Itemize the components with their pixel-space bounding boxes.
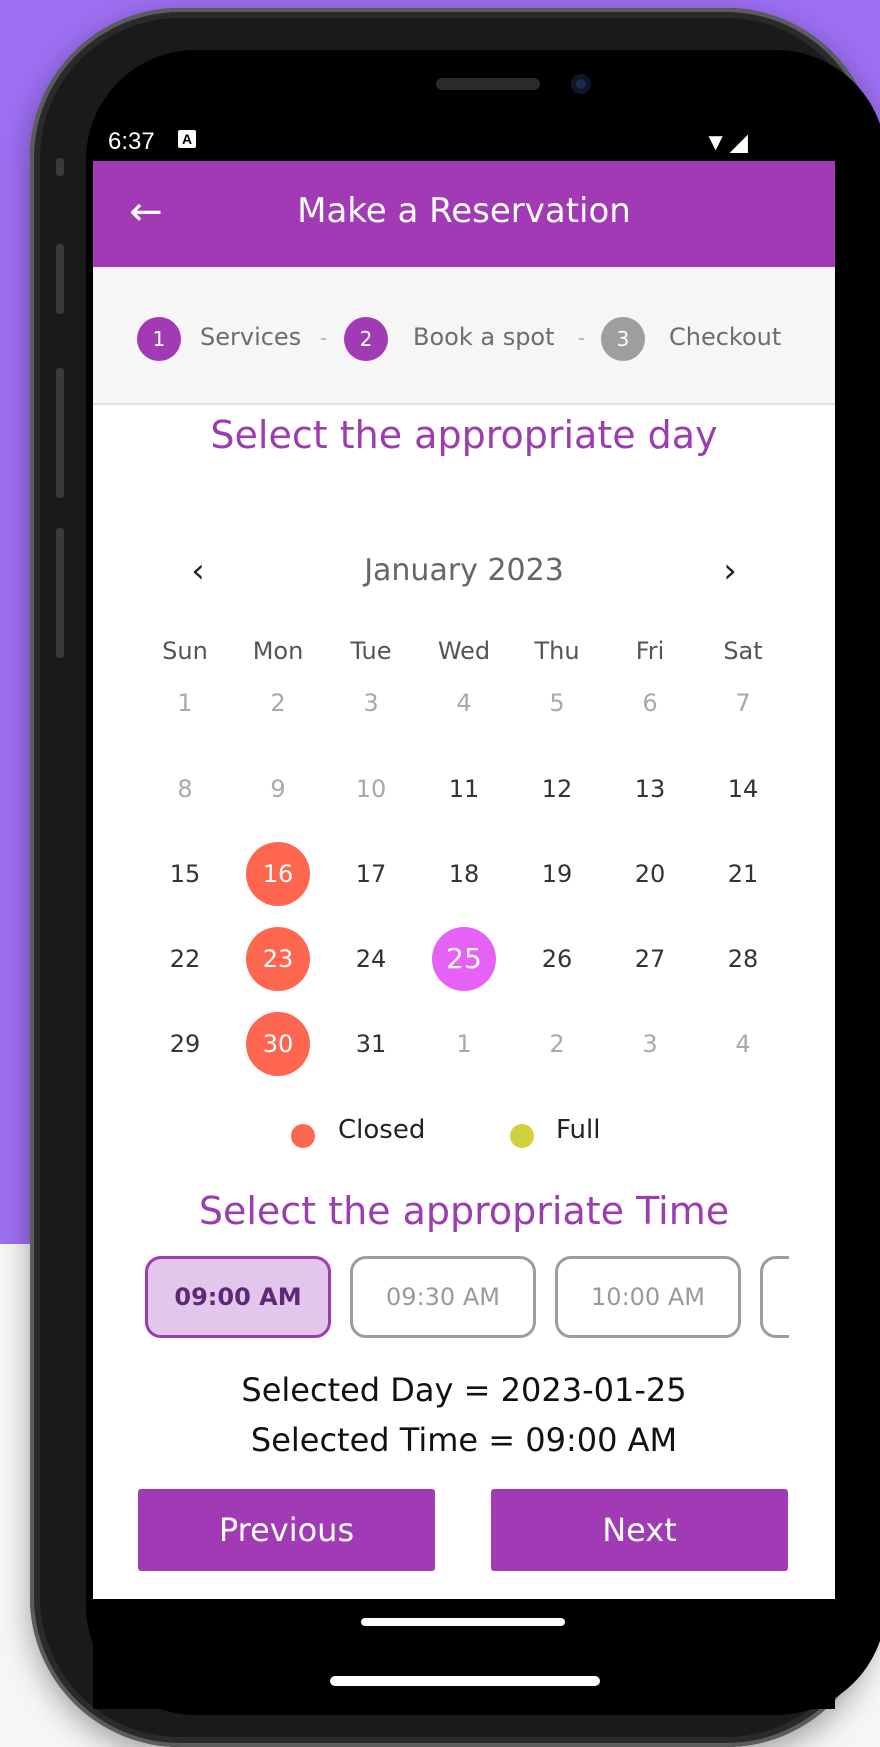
- stepper: 1 Services 2 Book a spot 3 Checkout: [93, 267, 835, 405]
- status-bar: 6:37 A ▼◢: [108, 128, 768, 156]
- weekday-label: Wed: [437, 637, 491, 665]
- mute-switch: [56, 158, 64, 176]
- calendar-day[interactable]: 21: [711, 842, 775, 906]
- speaker: [436, 78, 540, 90]
- volume-up-button: [56, 244, 64, 314]
- step-label-checkout: Checkout: [669, 323, 782, 351]
- calendar-day[interactable]: 12: [525, 757, 589, 821]
- calendar-day[interactable]: 17: [339, 842, 403, 906]
- weekday-label: Mon: [252, 637, 304, 665]
- calendar-day: 9: [270, 775, 286, 803]
- calendar-day: 1: [177, 689, 193, 717]
- notification-icon: A: [178, 130, 196, 148]
- calendar-day: 5: [549, 689, 565, 717]
- selected-time-text: Selected Time = 09:00 AM: [250, 1421, 678, 1459]
- calendar-day[interactable]: 24: [339, 927, 403, 991]
- full-legend-dot: [510, 1124, 534, 1148]
- next-button[interactable]: Next: [491, 1489, 788, 1571]
- calendar-day: 4: [735, 1030, 751, 1058]
- calendar-day[interactable]: 19: [525, 842, 589, 906]
- calendar-day[interactable]: 11: [432, 757, 496, 821]
- front-camera: [571, 74, 591, 94]
- calendar-day[interactable]: 27: [618, 927, 682, 991]
- calendar-day: 2: [549, 1030, 565, 1058]
- weekday-label: Thu: [534, 637, 580, 665]
- calendar-day: 16: [246, 842, 310, 906]
- calendar-day[interactable]: 31: [339, 1012, 403, 1076]
- time-slot-0900[interactable]: 09:00 AM: [145, 1256, 331, 1338]
- calendar-day: 4: [456, 689, 472, 717]
- side-button: [56, 528, 64, 658]
- calendar-day: 1: [456, 1030, 472, 1058]
- weekday-label: Sun: [162, 637, 208, 665]
- wifi-signal-icon: ▼◢: [703, 129, 750, 156]
- calendar-day: 30: [246, 1012, 310, 1076]
- time-slot-next[interactable]: [760, 1256, 789, 1338]
- closed-legend-label: Closed: [338, 1115, 426, 1145]
- step-number: 3: [601, 317, 645, 361]
- calendar-day: 3: [363, 689, 379, 717]
- step-number: 2: [344, 317, 388, 361]
- calendar-day: 10: [355, 775, 387, 803]
- calendar-day[interactable]: 26: [525, 927, 589, 991]
- calendar-day[interactable]: 13: [618, 757, 682, 821]
- calendar-day[interactable]: 15: [153, 842, 217, 906]
- step-number: 1: [137, 317, 181, 361]
- time-slot-0930[interactable]: 09:30 AM: [350, 1256, 536, 1338]
- system-nav-bar: [93, 1599, 835, 1709]
- weekday-label: Tue: [350, 637, 392, 665]
- calendar-day: 8: [177, 775, 193, 803]
- previous-button[interactable]: Previous: [138, 1489, 435, 1571]
- full-legend-label: Full: [556, 1115, 601, 1145]
- calendar-day: 23: [246, 927, 310, 991]
- step-separator: [321, 338, 326, 340]
- page-title: Make a Reservation: [297, 191, 631, 231]
- app-screen: ← Make a Reservation 1 Services 2 Book a…: [93, 161, 835, 1599]
- weekday-label: Sat: [723, 637, 763, 665]
- time-slot-1000[interactable]: 10:00 AM: [555, 1256, 741, 1338]
- calendar-day[interactable]: 18: [432, 842, 496, 906]
- volume-down-button: [56, 368, 64, 498]
- calendar-day: 6: [642, 689, 658, 717]
- home-indicator[interactable]: [330, 1676, 600, 1686]
- calendar-day[interactable]: 22: [153, 927, 217, 991]
- selected-day-text: Selected Day = 2023-01-25: [241, 1371, 687, 1409]
- calendar-day[interactable]: 28: [711, 927, 775, 991]
- closed-legend-dot: [291, 1124, 315, 1148]
- calendar-day[interactable]: 25: [432, 927, 496, 991]
- calendar-day: 2: [270, 689, 286, 717]
- nav-gesture-pill[interactable]: [361, 1618, 565, 1626]
- app-bar: ← Make a Reservation: [93, 161, 835, 267]
- weekday-label: Fri: [635, 637, 665, 665]
- notch: [281, 50, 699, 128]
- time-section-title: Select the appropriate Time: [198, 1189, 730, 1233]
- time-slot-list[interactable]: 09:00 AM 09:30 AM 10:00 AM: [145, 1256, 789, 1344]
- step-separator: [579, 338, 584, 340]
- calendar-day[interactable]: 20: [618, 842, 682, 906]
- step-label-book-a-spot: Book a spot: [413, 323, 555, 351]
- day-section-title: Select the appropriate day: [210, 413, 718, 457]
- calendar-day[interactable]: 29: [153, 1012, 217, 1076]
- calendar-day: 7: [735, 689, 751, 717]
- chevron-right-icon[interactable]: ›: [710, 551, 750, 591]
- status-time: 6:37: [108, 128, 155, 155]
- calendar-day[interactable]: 14: [711, 757, 775, 821]
- step-label-services: Services: [200, 323, 302, 351]
- calendar-day: 3: [642, 1030, 658, 1058]
